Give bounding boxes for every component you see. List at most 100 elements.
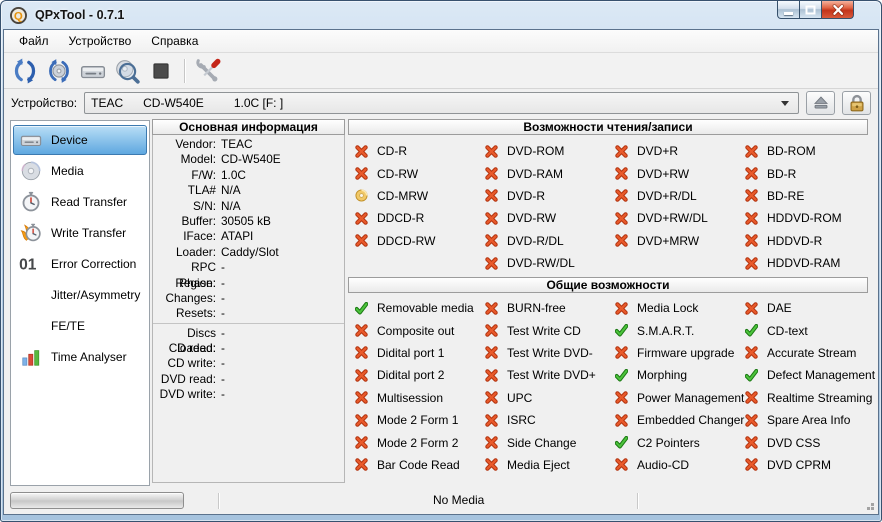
capability-column: BD-ROM BD-R BD-RE HDDVD-ROM HDDVD-R HDDV…: [738, 140, 868, 274]
cross-icon: [355, 324, 368, 337]
cross-icon: [615, 167, 628, 180]
settings-button[interactable]: [191, 56, 225, 86]
close-button[interactable]: [821, 1, 854, 19]
toolbar: [4, 53, 878, 89]
cross-icon: [615, 346, 628, 360]
device-label: Устройство:: [11, 96, 78, 110]
refresh-media-button[interactable]: [42, 56, 76, 86]
menu-item-device[interactable]: Устройство: [59, 31, 142, 51]
capability-item: Realtime Streaming: [738, 387, 872, 409]
cross-icon: [615, 234, 628, 247]
cross-icon: [485, 369, 498, 382]
capability-item: DVD+MRW: [608, 230, 738, 252]
capability-label: Composite out: [377, 323, 455, 338]
sidebar-item-write-transfer[interactable]: Write Transfer: [13, 218, 147, 248]
minimize-icon: [784, 11, 793, 15]
device-select[interactable]: TEAC CD-W540E 1.0C [F: ]: [84, 92, 799, 114]
capability-label: DVD+R: [637, 144, 679, 159]
sidebar-item-device[interactable]: Device: [13, 125, 147, 155]
refresh-media-icon: [46, 58, 72, 84]
info-label: IFace:: [183, 229, 216, 244]
info-label: Discs loaded:: [177, 325, 216, 356]
capability-item: DVD CSS: [738, 431, 868, 453]
app-logo-icon: Q: [9, 6, 28, 25]
eject-button[interactable]: [806, 91, 835, 115]
info-label: Buffer:: [181, 213, 216, 228]
capability-item: Didital port 2: [348, 364, 478, 386]
cross-icon: [485, 256, 498, 270]
capability-item: UPC: [478, 387, 608, 409]
capability-column: Media Lock S.M.A.R.T. Firmware upgrade M…: [608, 297, 744, 476]
menu-bar: Файл Устройство Справка: [4, 30, 878, 53]
info-row: Region: -: [153, 276, 344, 291]
menu-item-file[interactable]: Файл: [9, 31, 59, 51]
capability-item: Accurate Stream: [738, 342, 868, 364]
sidebar-item-time-analyser[interactable]: Time Analyser: [13, 342, 147, 372]
maximize-button[interactable]: [799, 1, 822, 19]
capability-item: DVD-ROM: [478, 140, 608, 162]
sidebar-item-jitter-asymmetry[interactable]: Jitter/Asymmetry: [13, 280, 147, 310]
info-value: -: [221, 306, 225, 321]
capability-item: DVD+RW: [608, 162, 738, 184]
cross-icon: [615, 144, 628, 158]
check-icon: [615, 368, 628, 382]
capability-label: Test Write DVD+: [507, 368, 596, 383]
scan-media-button[interactable]: [110, 56, 144, 86]
refresh-devices-button[interactable]: [8, 56, 42, 86]
resize-grip[interactable]: [870, 506, 874, 510]
capability-item: HDDVD-RAM: [738, 252, 868, 274]
cross-icon: [485, 189, 498, 203]
check-icon: [745, 324, 758, 337]
sidebar-item-label: Time Analyser: [51, 350, 127, 364]
capability-item: DVD-R: [478, 185, 608, 207]
sidebar-item-label: Read Transfer: [51, 195, 128, 209]
cross-icon: [355, 167, 368, 180]
title-bar[interactable]: Q QPxTool - 0.7.1: [0, 0, 882, 30]
capability-label: DVD+RW/DL: [637, 211, 708, 226]
capability-column: DAE CD-text Accurate Stream Defect Manag…: [738, 297, 875, 476]
cross-icon: [485, 413, 498, 427]
stop-button[interactable]: [144, 56, 178, 86]
info-row: CD read: -: [153, 341, 344, 356]
capability-item: DVD-RAM: [478, 162, 608, 184]
info-value: -: [221, 387, 225, 402]
capability-label: DVD+RW: [637, 166, 690, 181]
cross-icon: [745, 144, 758, 158]
info-value: -: [221, 356, 225, 371]
capability-column: DVD-ROM DVD-RAM DVD-R DVD-RW DVD-R/DL DV…: [478, 140, 608, 274]
sidebar-item-read-transfer[interactable]: Read Transfer: [13, 187, 147, 217]
capability-item: Audio-CD: [608, 454, 738, 476]
drive-button[interactable]: [76, 56, 110, 86]
lock-button[interactable]: [842, 91, 871, 115]
capability-label: UPC: [507, 390, 533, 405]
capability-item: DDCD-RW: [348, 230, 478, 252]
divider: [637, 493, 638, 509]
window-controls: [777, 1, 854, 19]
cross-icon: [485, 167, 498, 180]
sidebar-item-error-correction[interactable]: 01 Error Correction: [13, 249, 147, 279]
cross-icon: [615, 189, 628, 203]
minimize-button[interactable]: [777, 1, 800, 19]
sidebar-item-media[interactable]: Media: [13, 156, 147, 186]
capability-label: DVD-R: [507, 188, 545, 203]
svg-text:01: 01: [19, 257, 37, 274]
cross-icon: [485, 458, 498, 472]
client-area: Файл Устройство Справка Устройство: TEAC C…: [4, 30, 878, 514]
menu-item-help[interactable]: Справка: [141, 31, 208, 51]
info-value: ATAPI: [221, 229, 254, 244]
capability-label: Bar Code Read: [377, 457, 460, 472]
sidebar-item-fe-te[interactable]: FE/TE: [13, 311, 147, 341]
status-bar: No Media: [4, 488, 878, 514]
bar-chart-icon: [17, 346, 45, 368]
info-label: Vendor:: [175, 137, 216, 151]
capability-item: DVD CPRM: [738, 454, 868, 476]
info-row: IFace: ATAPI: [153, 229, 344, 244]
capability-item: C2 Pointers: [608, 431, 738, 453]
capability-label: DVD-RW: [507, 211, 557, 226]
eject-icon: [813, 96, 828, 109]
capabilities-panel: Возможности чтения/записи CD-R CD-RW CD-…: [348, 119, 875, 483]
check-icon: [355, 301, 368, 315]
info-panel-header: Основная информация: [152, 119, 345, 135]
info-row: RPC Phase: -: [153, 260, 344, 289]
cross-icon: [745, 346, 758, 360]
